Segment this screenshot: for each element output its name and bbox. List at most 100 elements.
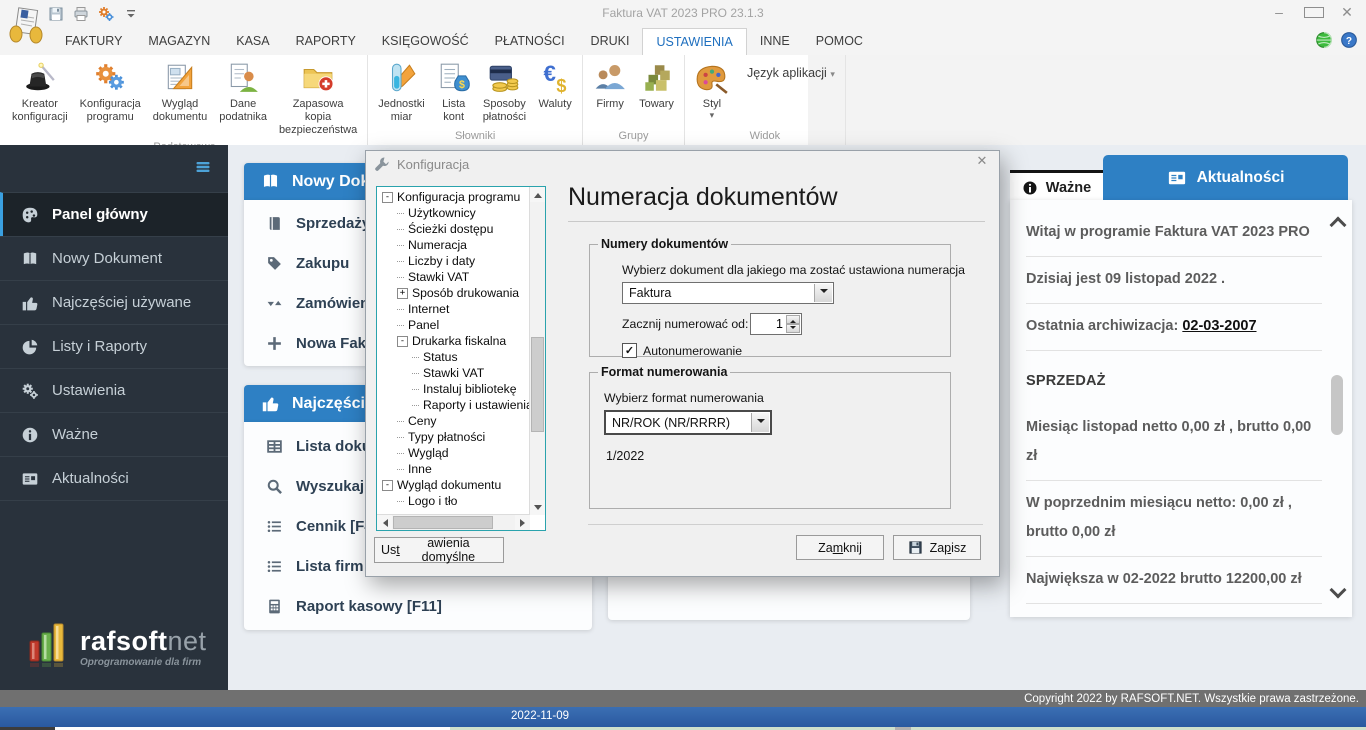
tree-item[interactable]: Stawki VAT: [379, 269, 529, 285]
tree-hscroll-thumb[interactable]: [393, 516, 493, 529]
ribbon-button[interactable]: Jednostki miar: [372, 60, 430, 124]
tab-aktualnosci[interactable]: Aktualności: [1103, 155, 1348, 200]
archive-date-link[interactable]: 02-03-2007: [1182, 318, 1256, 334]
save-icon[interactable]: [48, 6, 64, 22]
menu-tab-księgowość[interactable]: KSIĘGOWOŚĆ: [369, 28, 482, 55]
scroll-up-icon[interactable]: [1329, 216, 1347, 234]
tree-vscroll-thumb[interactable]: [531, 337, 544, 432]
tree-item[interactable]: Typy płatności: [379, 429, 529, 445]
tree-item[interactable]: + Sposób drukowania: [379, 285, 529, 301]
tree-toggle-icon[interactable]: -: [382, 479, 393, 491]
tree-item[interactable]: Internet: [379, 301, 529, 317]
tree-scroll-left[interactable]: [377, 515, 392, 530]
minimize-button[interactable]: –: [1270, 4, 1288, 21]
tree-item[interactable]: Status: [379, 349, 529, 365]
tree-item[interactable]: Wygląd: [379, 445, 529, 461]
tree-item[interactable]: Logo i tło: [379, 493, 529, 509]
ribbon-button[interactable]: Dane podatnika: [213, 60, 273, 124]
heading-divider: [568, 221, 985, 222]
menu-tab-inne[interactable]: INNE: [747, 28, 803, 55]
ribbon-button[interactable]: $ Lista kont: [431, 60, 477, 124]
sidebar-item-ustawienia[interactable]: Ustawienia: [0, 368, 228, 412]
ribbon-dropdown[interactable]: Język aplikacji ▾: [747, 66, 835, 80]
dialog-title: Konfiguracja: [397, 156, 470, 172]
scroll-down-icon[interactable]: [1329, 581, 1347, 599]
ribbon-button[interactable]: Styl ▾: [689, 60, 735, 119]
menu-tab-kasa[interactable]: KASA: [223, 28, 282, 55]
start-number-spinner[interactable]: 1: [750, 313, 802, 335]
tree-horizontal-scrollbar[interactable]: [377, 514, 530, 530]
tree-item[interactable]: Stawki VAT: [379, 365, 529, 381]
tree-toggle-icon[interactable]: -: [397, 335, 408, 347]
search-icon: [266, 478, 283, 495]
sidebar-item-panel-g-wny[interactable]: Panel główny: [0, 192, 228, 236]
zamknij-button[interactable]: Za m knij: [796, 535, 884, 560]
tree-scroll-up[interactable]: [530, 187, 545, 202]
sidebar-item-najcz-ciej-u-ywane[interactable]: Najczęściej używane: [0, 280, 228, 324]
info-panel-scrollbar[interactable]: [1329, 215, 1347, 600]
sidebar-item-nowy-dokument[interactable]: Nowy Dokument: [0, 236, 228, 280]
maximize-button[interactable]: [1304, 4, 1324, 21]
tree-item[interactable]: - Drukarka fiskalna: [379, 333, 529, 349]
tree-item[interactable]: Numeracja: [379, 237, 529, 253]
zapisz-button[interactable]: Za p isz: [893, 535, 981, 560]
dropdown-arrow-icon[interactable]: [751, 413, 769, 432]
tree-item[interactable]: Ścieżki dostępu: [379, 221, 529, 237]
rafsoft-logo: rafsoftnet Oprogramowanie dla firm: [28, 622, 207, 668]
numbers-group: Numery dokumentów Wybierz dokument dla j…: [589, 237, 965, 358]
dropdown-arrow-icon[interactable]: [814, 284, 832, 302]
menu-tab-raporty[interactable]: RAPORTY: [283, 28, 369, 55]
tree-vertical-scrollbar[interactable]: [529, 187, 545, 515]
tree-scroll-right[interactable]: [515, 515, 530, 530]
ribbon-button[interactable]: Towary: [633, 60, 680, 111]
ribbon-button[interactable]: Konfiguracja programu: [74, 60, 147, 124]
tree-item[interactable]: - Konfiguracja programu: [379, 189, 529, 205]
settings-icon[interactable]: [98, 6, 114, 22]
tree-item[interactable]: Liczby i daty: [379, 253, 529, 269]
format-select[interactable]: NR/ROK (NR/RRRR): [604, 410, 772, 435]
spinner-up-icon[interactable]: [786, 315, 800, 324]
list-item[interactable]: Raport kasowy [F11]: [244, 586, 592, 626]
tree-item[interactable]: Panel: [379, 317, 529, 333]
tree-item[interactable]: Raporty i ustawienia: [379, 397, 529, 413]
ribbon-button[interactable]: Wygląd dokumentu: [147, 60, 213, 124]
menu-tab-druki[interactable]: DRUKI: [578, 28, 643, 55]
tree-item[interactable]: Inne: [379, 461, 529, 477]
online-status-icon[interactable]: [1315, 31, 1333, 49]
defaults-button[interactable]: Us t awienia domyślne: [374, 536, 504, 564]
tree-connector: [397, 452, 404, 454]
tree-item[interactable]: - Wygląd dokumentu: [379, 477, 529, 493]
sidebar-item-aktualno-ci[interactable]: Aktualności: [0, 456, 228, 501]
document-select[interactable]: Faktura: [622, 282, 834, 304]
menu-tab-pomoc[interactable]: POMOC: [803, 28, 876, 55]
tree-item[interactable]: Instaluj bibliotekę: [379, 381, 529, 397]
tree-toggle-icon[interactable]: +: [397, 287, 408, 299]
checkbox-check-icon[interactable]: ✓: [622, 343, 637, 358]
tree-scroll-down[interactable]: [530, 500, 545, 515]
menu-tab-płatności[interactable]: PŁATNOŚCI: [482, 28, 578, 55]
ribbon-button[interactable]: Zapasowa kopia bezpieczeństwa: [273, 60, 363, 137]
toolbar-options-icon[interactable]: [123, 6, 139, 22]
tree-item[interactable]: Użytkownicy: [379, 205, 529, 221]
menu-tab-magazyn[interactable]: MAGAZYN: [135, 28, 223, 55]
ribbon-button[interactable]: € $ Waluty: [532, 60, 578, 111]
tab-wazne[interactable]: Ważne: [1010, 170, 1103, 203]
ribbon-button[interactable]: Firmy: [587, 60, 633, 111]
spinner-down-icon[interactable]: [786, 324, 800, 333]
print-icon[interactable]: [73, 6, 89, 22]
chevron-down-icon[interactable]: ▾: [710, 110, 715, 119]
tree-item[interactable]: Ceny: [379, 413, 529, 429]
title-bar: Faktura VAT 2023 PRO 23.1.3 – ✕: [0, 0, 1366, 28]
help-icon[interactable]: ?: [1340, 31, 1358, 49]
scrollbar-thumb[interactable]: [1331, 375, 1343, 435]
sidebar-item-wa-ne[interactable]: Ważne: [0, 412, 228, 456]
close-button[interactable]: ✕: [1338, 4, 1356, 21]
autonumber-checkbox[interactable]: ✓ Autonumerowanie: [622, 343, 742, 358]
tree-toggle-icon[interactable]: -: [382, 191, 393, 203]
menu-tab-faktury[interactable]: FAKTURY: [52, 28, 135, 55]
sidebar-item-listy-i-raporty[interactable]: Listy i Raporty: [0, 324, 228, 368]
hamburger-menu-icon[interactable]: [194, 159, 212, 175]
ribbon-button[interactable]: Kreator konfiguracji: [6, 60, 74, 124]
menu-tab-ustawienia[interactable]: USTAWIENIA: [642, 28, 747, 55]
ribbon-button[interactable]: Sposoby płatności: [477, 60, 532, 124]
